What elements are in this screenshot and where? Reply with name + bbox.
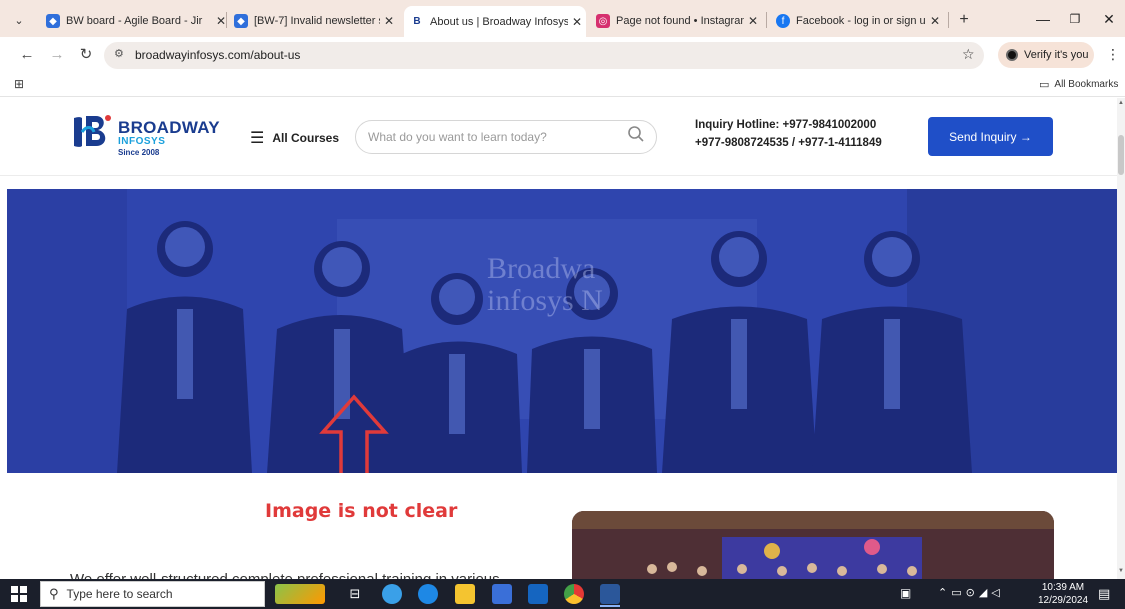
tab-close-icon[interactable]: ✕ [568, 15, 586, 29]
tab-jira-board[interactable]: ◆ BW board - Agile Board - Jir ✕ [40, 8, 230, 34]
event-photo [572, 511, 1054, 581]
tab-close-icon[interactable]: ✕ [926, 14, 944, 28]
copilot-icon[interactable] [382, 584, 402, 604]
event-photo-illustration [572, 511, 1054, 581]
tab-close-icon[interactable]: ✕ [744, 14, 762, 28]
windows-start-icon[interactable] [10, 585, 28, 603]
hotline-secondary: +977-9808724535 / +977-1-4111849 [695, 137, 882, 149]
tab-about-us[interactable]: B About us | Broadway Infosys ✕ [404, 6, 586, 37]
active-app-indicator [600, 605, 620, 607]
profile-verify-button[interactable]: Verify it's you [998, 42, 1094, 68]
bookmark-star-icon[interactable]: ☆ [962, 46, 975, 63]
hotline-primary: Inquiry Hotline: +977-9841002000 [695, 119, 877, 131]
forward-icon[interactable]: → [46, 44, 68, 66]
tab-facebook[interactable]: f Facebook - log in or sign up ✕ [770, 8, 944, 34]
tab-instagram[interactable]: ◎ Page not found • Instagram ✕ [590, 8, 762, 34]
hero-team-photo: Broadwa infosys N [7, 189, 1117, 473]
taskbar-search-icon: ⚲ [49, 586, 59, 601]
widgets-tray-icon[interactable]: ▣ [900, 586, 911, 600]
news-widget-icon[interactable] [275, 584, 325, 604]
apps-grid-icon[interactable]: ⊞ [14, 77, 24, 91]
word-icon[interactable] [600, 584, 620, 604]
edge-icon[interactable] [418, 584, 438, 604]
close-window-icon[interactable]: ✕ [1094, 8, 1124, 30]
scrollbar-thumb[interactable] [1118, 135, 1124, 175]
hero-wall-text: Broadwa infosys N [487, 252, 603, 317]
reload-icon[interactable]: ↻ [75, 44, 97, 66]
profile-avatar-icon [1006, 49, 1018, 61]
broadway-logo-icon[interactable] [70, 112, 114, 150]
file-explorer-icon[interactable] [455, 584, 475, 604]
store-icon[interactable] [492, 584, 512, 604]
new-tab-button[interactable]: + [954, 10, 974, 30]
brand-name: BROADWAY [118, 118, 220, 137]
scroll-up-icon[interactable]: ▲ [1117, 100, 1125, 106]
kebab-menu-icon[interactable]: ⋮ [1106, 46, 1120, 63]
tab-separator [226, 12, 227, 28]
instagram-icon: ◎ [596, 14, 610, 28]
brand-sub: INFOSYS [118, 136, 166, 147]
jira-icon: ◆ [234, 14, 248, 28]
scroll-down-icon[interactable]: ▼ [1117, 568, 1125, 574]
outlook-icon[interactable] [528, 584, 548, 604]
system-tray-icons[interactable]: ⌃▭⊙◢◁ [938, 586, 1004, 599]
broadway-icon: B [410, 14, 424, 29]
all-courses-button[interactable]: ☰ All Courses [250, 128, 339, 148]
taskbar-search-input[interactable]: ⚲ Type here to search [40, 581, 265, 607]
taskbar-time[interactable]: 10:39 AM [1038, 582, 1088, 593]
tab-jira-issue[interactable]: ◆ [BW-7] Invalid newsletter sig ✕ [228, 8, 398, 34]
url-text[interactable]: broadwayinfosys.com/about-us [135, 48, 300, 62]
all-bookmarks-button[interactable]: ▭ All Bookmarks [1039, 78, 1118, 91]
bookmarks-bar [0, 73, 1125, 97]
annotation-arrow-icon [319, 394, 389, 473]
folder-icon: ▭ [1039, 79, 1050, 91]
jira-icon: ◆ [46, 14, 60, 28]
annotation-text: Image is not clear [265, 500, 458, 522]
minimize-icon[interactable]: — [1028, 8, 1058, 30]
send-inquiry-button[interactable]: Send Inquiry → [928, 117, 1053, 156]
back-icon[interactable]: ← [16, 44, 38, 66]
tab-close-icon[interactable]: ✕ [380, 14, 398, 28]
tab-separator [948, 12, 949, 28]
search-placeholder: What do you want to learn today? [368, 130, 547, 144]
restore-icon[interactable]: ❐ [1060, 8, 1090, 30]
tab-separator [766, 12, 767, 28]
facebook-icon: f [776, 14, 790, 28]
hero-people-illustration [7, 189, 1117, 473]
notifications-icon[interactable]: ▤ [1098, 586, 1110, 602]
search-icon[interactable] [626, 124, 646, 144]
taskbar-date[interactable]: 12/29/2024 [1034, 595, 1092, 606]
task-view-icon[interactable]: ⊟ [345, 584, 365, 604]
screen: ⌄ ◆ BW board - Agile Board - Jir ✕ ◆ [BW… [0, 0, 1125, 609]
chrome-icon[interactable] [564, 584, 584, 604]
site-info-icon[interactable]: ⚙ [114, 47, 124, 60]
brand-since: Since 2008 [118, 148, 160, 157]
tab-search-icon[interactable]: ⌄ [10, 12, 28, 30]
hamburger-icon: ☰ [250, 130, 265, 147]
